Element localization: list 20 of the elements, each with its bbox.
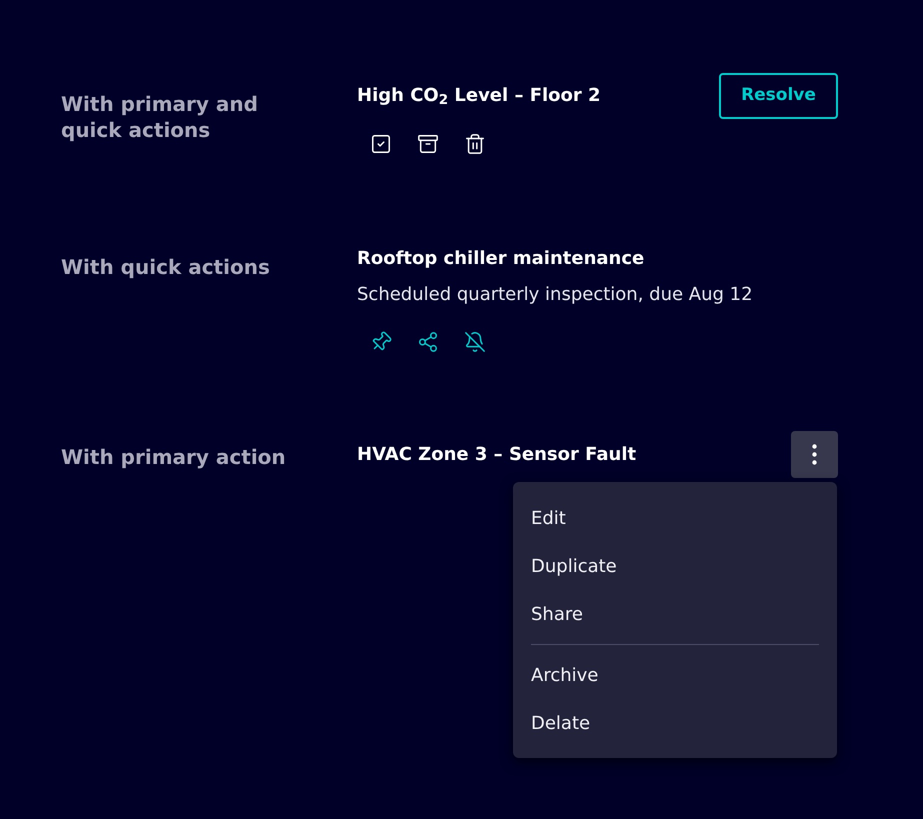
checkbox-icon[interactable]: [370, 133, 392, 155]
vertical-dots-icon: [812, 444, 817, 465]
menu-item[interactable]: Delate: [513, 699, 837, 747]
resolve-button[interactable]: Resolve: [719, 73, 838, 119]
section-label: With primary action: [61, 444, 287, 470]
item-description: Scheduled quarterly inspection, due Aug 12: [357, 283, 754, 307]
menu-item[interactable]: Share: [513, 590, 837, 638]
item-title: Rooftop chiller maintenance: [357, 247, 646, 271]
more-options-button[interactable]: [791, 431, 838, 478]
trash-icon[interactable]: [464, 133, 486, 155]
menu-item[interactable]: Archive: [513, 651, 837, 699]
menu-item[interactable]: Duplicate: [513, 542, 837, 590]
section-label: With primary and quick actions: [61, 91, 259, 143]
menu-item[interactable]: Edit: [513, 494, 837, 542]
muted-bell-icon[interactable]: [464, 331, 486, 353]
share-icon[interactable]: [417, 331, 439, 353]
archive-box-icon[interactable]: [417, 133, 439, 155]
item-title: HVAC Zone 3 – Sensor Fault: [357, 442, 636, 466]
item-title: High CO$_{2}$ Level – Floor 2: [357, 84, 601, 108]
section-label: With quick actions: [61, 254, 271, 280]
